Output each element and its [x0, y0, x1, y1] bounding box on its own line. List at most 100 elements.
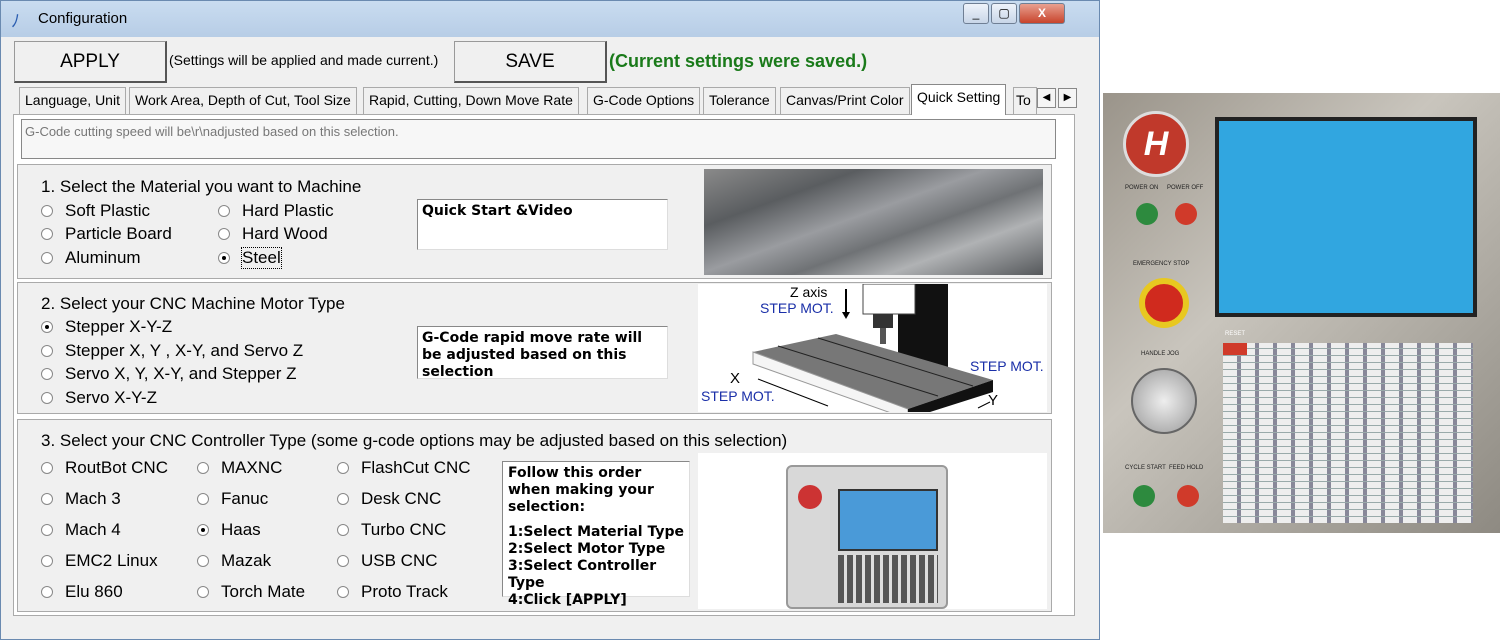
radio-indicator[interactable] [218, 228, 230, 240]
instruction-line: Follow this order when making your selec… [508, 465, 654, 515]
save-button[interactable]: SAVE [454, 41, 607, 83]
panel-label: EMERGENCY STOP [1133, 261, 1190, 267]
radio-indicator[interactable] [218, 205, 230, 217]
radio-elu-860[interactable]: Elu 860 [41, 582, 123, 602]
motor-note-box: G-Code rapid move rate will be adjusted … [417, 326, 668, 380]
y-motor-label: STEP MOT. [970, 358, 1044, 374]
radio-maxnc[interactable]: MAXNC [197, 458, 282, 478]
radio-indicator[interactable] [197, 493, 209, 505]
radio-indicator[interactable] [197, 524, 209, 536]
tab-canvas-print-color[interactable]: Canvas/Print Color [780, 87, 910, 114]
radio-label: Hard Wood [242, 224, 328, 243]
radio-desk-cnc[interactable]: Desk CNC [337, 489, 441, 509]
radio-label: Elu 860 [65, 582, 123, 601]
radio-indicator[interactable] [41, 555, 53, 567]
app-icon: ﾉ [11, 11, 20, 31]
tab-scroll-right[interactable]: ▶ [1058, 88, 1077, 108]
instruction-line: 1:Select Material Type [508, 524, 684, 540]
radio-fanuc[interactable]: Fanuc [197, 489, 268, 509]
radio-label: Stepper X-Y-Z [65, 317, 173, 336]
tab-scroll-left[interactable]: ◀ [1037, 88, 1056, 108]
radio-servo-x-y-z[interactable]: Servo X-Y-Z [41, 388, 157, 408]
radio-flashcut-cnc[interactable]: FlashCut CNC [337, 458, 471, 478]
material-note-box: Quick Start &Video [417, 199, 668, 250]
radio-indicator[interactable] [197, 555, 209, 567]
radio-usb-cnc[interactable]: USB CNC [337, 551, 438, 571]
radio-indicator[interactable] [41, 586, 53, 598]
motor-heading: 2. Select your CNC Machine Motor Type [41, 294, 345, 313]
close-button[interactable]: X [1019, 3, 1065, 24]
radio-emc2-linux[interactable]: EMC2 Linux [41, 551, 158, 571]
radio-indicator[interactable] [41, 493, 53, 505]
radio-indicator[interactable] [41, 368, 53, 380]
radio-label: Mach 3 [65, 489, 121, 508]
tab-language-unit[interactable]: Language, Unit [19, 87, 126, 114]
radio-label: Servo X-Y-Z [65, 388, 157, 407]
panel-label: POWER OFF [1167, 185, 1204, 191]
configuration-window: ﾉ Configuration _ ▢ X APPLY (Settings wi… [0, 0, 1100, 640]
radio-hard-plastic[interactable]: Hard Plastic [218, 201, 334, 221]
radio-indicator[interactable] [197, 462, 209, 474]
save-note: (Current settings were saved.) [609, 51, 868, 71]
radio-indicator[interactable] [337, 462, 349, 474]
radio-torch-mate[interactable]: Torch Mate [197, 582, 305, 602]
radio-label: FlashCut CNC [361, 458, 471, 477]
radio-turbo-cnc[interactable]: Turbo CNC [337, 520, 446, 540]
radio-indicator[interactable] [41, 462, 53, 474]
tab-to[interactable]: To [1013, 87, 1037, 114]
radio-indicator[interactable] [41, 321, 53, 333]
radio-label: Stepper X, Y , X-Y, and Servo Z [65, 341, 304, 360]
radio-stepper-x-y-z[interactable]: Stepper X-Y-Z [41, 317, 172, 337]
radio-hard-wood[interactable]: Hard Wood [218, 224, 328, 244]
radio-indicator[interactable] [41, 392, 53, 404]
radio-indicator[interactable] [218, 252, 230, 264]
radio-indicator[interactable] [197, 586, 209, 598]
panel-label: HANDLE JOG [1141, 351, 1180, 357]
radio-label: Turbo CNC [361, 520, 447, 539]
x-motor-label: STEP MOT. [701, 388, 775, 404]
radio-indicator[interactable] [337, 555, 349, 567]
radio-mazak[interactable]: Mazak [197, 551, 271, 571]
haas-controller-image [698, 453, 1047, 609]
tab-quick-setting[interactable]: Quick Setting [911, 84, 1007, 115]
apply-button[interactable]: APPLY [14, 41, 167, 83]
radio-haas[interactable]: Haas [197, 520, 261, 540]
radio-indicator[interactable] [337, 493, 349, 505]
radio-indicator[interactable] [41, 345, 53, 357]
radio-proto-track[interactable]: Proto Track [337, 582, 448, 602]
tab-work-area-depth-of-cut-tool-size[interactable]: Work Area, Depth of Cut, Tool Size [129, 87, 357, 114]
tab-g-code-options[interactable]: G-Code Options [587, 87, 701, 114]
radio-mach-3[interactable]: Mach 3 [41, 489, 121, 509]
radio-indicator[interactable] [41, 205, 53, 217]
haas-panel-photo: H POWER ON POWER OFF EMERGENCY STOP HANDLE … [1103, 93, 1500, 533]
radio-mach-4[interactable]: Mach 4 [41, 520, 121, 540]
radio-indicator[interactable] [41, 524, 53, 536]
haas-logo: H [1123, 111, 1189, 177]
radio-indicator[interactable] [337, 524, 349, 536]
minimize-button[interactable]: _ [963, 3, 989, 24]
control-screen [1215, 117, 1477, 317]
tab-rapid-cutting-down-move-rate[interactable]: Rapid, Cutting, Down Move Rate [363, 87, 579, 114]
radio-indicator[interactable] [337, 586, 349, 598]
radio-label: Hard Plastic [242, 201, 334, 220]
radio-stepper-x-y-x-y-and-servo-z[interactable]: Stepper X, Y , X-Y, and Servo Z [41, 341, 303, 361]
radio-routbot-cnc[interactable]: RoutBot CNC [41, 458, 168, 478]
radio-indicator[interactable] [41, 252, 53, 264]
radio-label: Aluminum [65, 248, 141, 267]
radio-soft-plastic[interactable]: Soft Plastic [41, 201, 150, 221]
tab-tolerance[interactable]: Tolerance [703, 87, 776, 114]
radio-steel[interactable]: Steel [218, 247, 282, 269]
radio-indicator[interactable] [41, 228, 53, 240]
radio-label: Servo X, Y, X-Y, and Stepper Z [65, 364, 297, 383]
maximize-button[interactable]: ▢ [991, 3, 1017, 24]
radio-label: Mazak [221, 551, 272, 570]
radio-label: MAXNC [221, 458, 283, 477]
radio-label: Proto Track [361, 582, 448, 601]
cnc-machine-diagram: Z axis STEP MOT. STEP MOT. X STEP MOT. Y [698, 284, 1047, 412]
radio-particle-board[interactable]: Particle Board [41, 224, 172, 244]
radio-servo-x-y-x-y-and-stepper-z[interactable]: Servo X, Y, X-Y, and Stepper Z [41, 364, 297, 384]
info-textarea[interactable]: G-Code cutting speed will be\r\nadjusted… [21, 119, 1056, 159]
panel-label: RESET [1225, 331, 1246, 337]
radio-label: Desk CNC [361, 489, 442, 508]
radio-aluminum[interactable]: Aluminum [41, 248, 141, 268]
